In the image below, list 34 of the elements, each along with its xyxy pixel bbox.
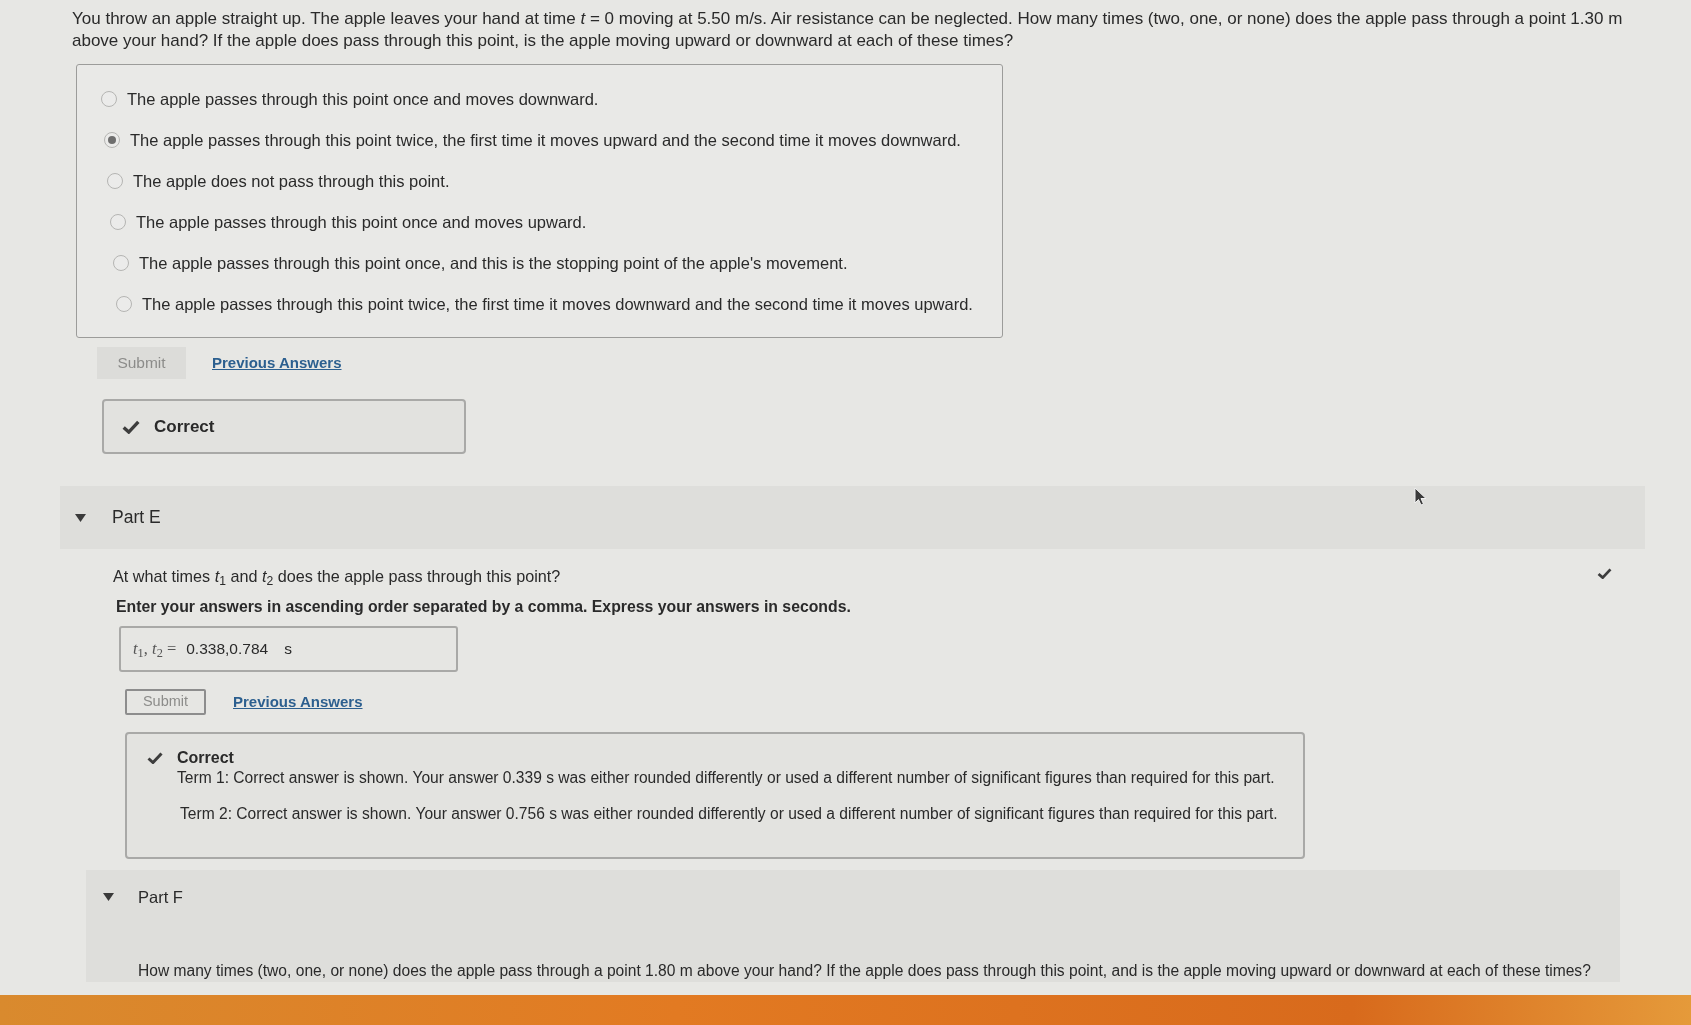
option-label[interactable]: The apple does not pass through this point. [133, 168, 450, 194]
part-title[interactable]: Part F [138, 884, 183, 910]
answer-unit: s [284, 639, 292, 660]
radio-button[interactable] [113, 255, 129, 271]
feedback-title: Correct [154, 415, 215, 438]
radio-button[interactable] [104, 132, 120, 148]
question-text: You throw an apple straight up. The apple leaves your hand at time t = 0 moving at 5.50 m/s. Air resistance can be neglected. How many times (two, one, or none) does the apple pass through a point 1.30 m above your hand? If the apple does pass through this point, is the apple moving upward or downward at each of these times? [72, 8, 1624, 52]
checkmark-icon [147, 752, 163, 764]
answer-field[interactable]: t$_{1}$, t$_{2}$ = 0.338,0.784 s [119, 626, 458, 672]
part-header[interactable]: Part E [60, 486, 1645, 549]
feedback-text: Term 1: Correct answer is shown. Your answer 0.339 s was either rounded differently or used a different number of significant figures than required for this part. [177, 768, 1276, 788]
part-prompt: How many times (two, one, or none) does the apple pass through a point 1.80 m above your hand? If the apple does pass through this point, and is the apple moving upward or downward at each of these times? [138, 961, 1591, 981]
part-title[interactable]: Part E [112, 504, 161, 531]
answer-value: 0.338,0.784 [186, 639, 269, 660]
option-label[interactable]: The apple passes through this point once and moves upward. [136, 209, 587, 235]
answer-label: t$_{1}$, t$_{2}$ = [133, 637, 177, 662]
checkmark-icon [122, 419, 140, 434]
previous-answers-link[interactable]: Previous Answers [233, 690, 363, 714]
part-prompt: At what times t$_{1}$ and t$_{2}$ does the apple pass through this point? [113, 566, 561, 586]
previous-answers-link[interactable]: Previous Answers [212, 351, 342, 375]
feedback-text: Term 2: Correct answer is shown. Your answer 0.756 s was either rounded differently or used a different number of significant figures than required for this part. [180, 804, 1278, 824]
radio-button[interactable] [116, 296, 132, 312]
radio-button[interactable] [110, 214, 126, 230]
caret-down-icon[interactable] [75, 513, 86, 522]
feedback-title: Correct [177, 748, 235, 768]
option-label[interactable]: The apple passes through this point twice, the first time it moves downward and the second time it moves upward. [142, 291, 973, 317]
radio-button[interactable] [107, 173, 123, 189]
option-label[interactable]: The apple passes through this point twice, the first time it moves upward and the second time it moves downward. [130, 127, 961, 153]
radio-button[interactable] [101, 91, 117, 107]
option-label[interactable]: The apple passes through this point once and moves downward. [127, 86, 599, 112]
mouse-pointer-icon [1414, 487, 1427, 506]
instruction-text: Enter your answers in ascending order separated by a comma. Express your answers in seconds. [116, 597, 851, 617]
caret-down-icon[interactable] [103, 893, 114, 901]
option-label[interactable]: The apple passes through this point once, and this is the stopping point of the apple's movement. [139, 250, 848, 276]
